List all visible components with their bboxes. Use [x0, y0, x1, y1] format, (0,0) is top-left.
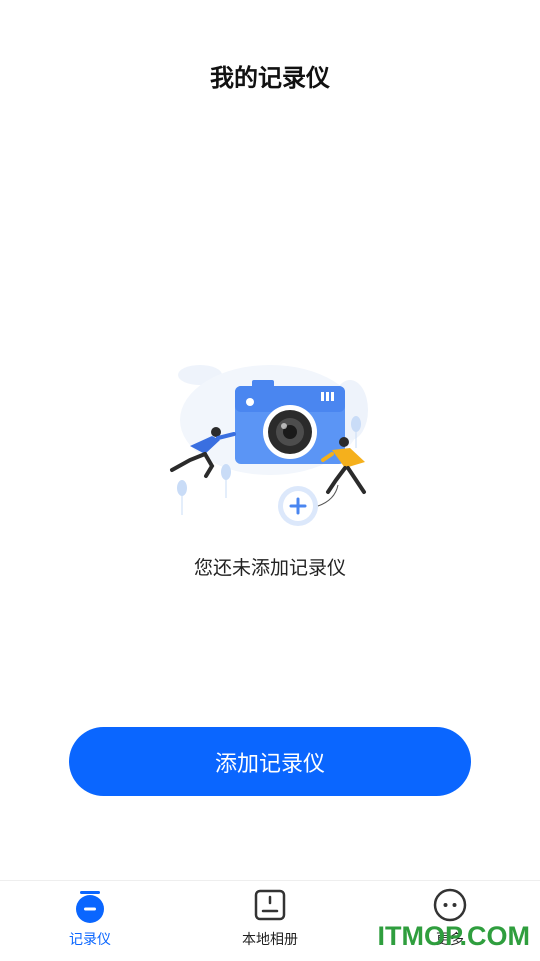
recorder-icon — [76, 891, 104, 923]
tab-label: 本地相册 — [242, 932, 298, 948]
watermark: ITMOP.COM — [377, 921, 530, 951]
tab-recorder[interactable]: 记录仪 — [30, 881, 150, 961]
tab-local-album[interactable]: 本地相册 — [210, 881, 330, 961]
empty-illustration — [170, 365, 368, 526]
page-title: 我的记录仪 — [210, 64, 330, 92]
tab-label: 记录仪 — [69, 932, 111, 948]
add-recorder-button[interactable]: 添加记录仪 — [69, 727, 471, 796]
album-icon — [254, 889, 286, 921]
more-icon — [433, 888, 467, 922]
empty-state-message: 您还未添加记录仪 — [193, 557, 346, 579]
header: 我的记录仪 — [0, 0, 540, 150]
